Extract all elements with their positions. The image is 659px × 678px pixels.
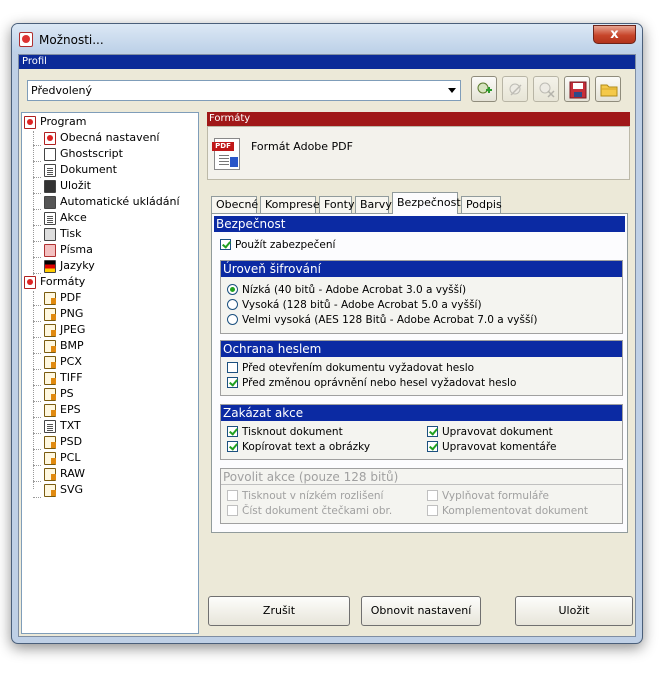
window-title: Možnosti... bbox=[39, 33, 104, 47]
formats-icon bbox=[24, 276, 36, 289]
checkbox-icon[interactable] bbox=[427, 441, 438, 452]
security-header: Bezpečnost bbox=[214, 216, 625, 232]
chevron-down-icon[interactable] bbox=[448, 88, 456, 93]
dialog-body: Profil Předvolený Program Obecná nastave… bbox=[18, 54, 636, 637]
checkbox-icon[interactable] bbox=[227, 441, 238, 452]
delete-profile-button[interactable] bbox=[533, 76, 559, 102]
tab-colors[interactable]: Barvy bbox=[355, 196, 392, 214]
pcl-file-icon bbox=[44, 452, 56, 465]
tab-fonts[interactable]: Fonty bbox=[319, 196, 354, 214]
app-icon bbox=[19, 32, 33, 47]
pdf-file-icon bbox=[44, 292, 56, 305]
bmp-file-icon bbox=[44, 340, 56, 353]
encryption-group: Úroveň šifrování Nízká (40 bitů - Adobe … bbox=[220, 260, 623, 334]
flag-icon bbox=[44, 260, 56, 273]
tab-signature[interactable]: Podpis bbox=[461, 196, 502, 214]
close-button[interactable]: x bbox=[593, 25, 636, 44]
actions-icon bbox=[44, 212, 56, 225]
pdf-tag: PDF bbox=[212, 142, 234, 151]
printer-icon bbox=[44, 228, 56, 241]
radio-icon[interactable] bbox=[227, 314, 238, 325]
program-icon bbox=[24, 116, 36, 129]
profile-header: Profil bbox=[19, 55, 635, 69]
tab-compression[interactable]: Komprese bbox=[260, 196, 320, 214]
general-settings-icon bbox=[44, 132, 56, 145]
password-group: Ochrana heslem Před otevřením dokumentu … bbox=[220, 340, 623, 396]
allow-header: Povolit akce (pouze 128 bitů) bbox=[221, 469, 622, 485]
checkbox-icon[interactable] bbox=[427, 505, 438, 516]
ps-file-icon bbox=[44, 388, 56, 401]
section-header: Formáty bbox=[207, 112, 630, 126]
checkbox-icon[interactable] bbox=[227, 490, 238, 501]
floppy-disk-icon bbox=[569, 81, 587, 99]
format-info: PDF Formát Adobe PDF bbox=[207, 126, 630, 180]
checkbox-icon[interactable] bbox=[227, 377, 238, 388]
rename-profile-button[interactable] bbox=[502, 76, 528, 102]
pcx-file-icon bbox=[44, 356, 56, 369]
document-icon bbox=[44, 164, 56, 177]
fonts-icon bbox=[44, 244, 56, 257]
folder-icon bbox=[600, 84, 618, 97]
eps-file-icon bbox=[44, 404, 56, 417]
save-profile-button[interactable] bbox=[564, 76, 590, 102]
checkbox-icon[interactable] bbox=[427, 426, 438, 437]
autosave-icon bbox=[44, 196, 56, 209]
radio-icon[interactable] bbox=[227, 284, 238, 295]
reset-settings-button[interactable]: Obnovit nastavení bbox=[361, 596, 481, 626]
txt-file-icon bbox=[44, 420, 56, 433]
format-name: Formát Adobe PDF bbox=[251, 140, 353, 153]
checkbox-icon[interactable] bbox=[227, 505, 238, 516]
password-header: Ochrana heslem bbox=[221, 341, 622, 357]
settings-pane: Formáty PDF Formát Adobe PDF Obecné Komp… bbox=[207, 112, 630, 634]
security-panel: Bezpečnost Použít zabezpečení Úroveň šif… bbox=[211, 213, 628, 533]
settings-tree[interactable]: Program Obecná nastavení Ghostscript Dok… bbox=[21, 112, 199, 634]
checkbox-icon[interactable] bbox=[227, 426, 238, 437]
options-window: Možnosti... x Profil Předvolený Program … bbox=[11, 23, 643, 644]
raw-file-icon bbox=[44, 468, 56, 481]
add-profile-icon bbox=[477, 82, 492, 94]
profile-select[interactable]: Předvolený bbox=[27, 80, 461, 101]
profile-select-value: Předvolený bbox=[31, 84, 93, 97]
psd-file-icon bbox=[44, 436, 56, 449]
tab-general[interactable]: Obecné bbox=[211, 196, 258, 214]
ghostscript-icon bbox=[44, 148, 56, 161]
title-bar[interactable]: Možnosti... x bbox=[12, 24, 642, 52]
rename-profile-icon bbox=[509, 83, 522, 96]
svg-file-icon bbox=[44, 484, 56, 497]
png-file-icon bbox=[44, 308, 56, 321]
save-button[interactable]: Uložit bbox=[515, 596, 633, 626]
floppy-disk-icon bbox=[44, 180, 56, 193]
add-profile-button[interactable] bbox=[471, 76, 497, 102]
tiff-file-icon bbox=[44, 372, 56, 385]
checkbox-icon[interactable] bbox=[220, 239, 231, 250]
radio-icon[interactable] bbox=[227, 299, 238, 310]
cancel-button[interactable]: Zrušit bbox=[208, 596, 350, 626]
checkbox-icon[interactable] bbox=[227, 362, 238, 373]
delete-profile-icon bbox=[539, 82, 555, 98]
disallow-header: Zakázat akce bbox=[221, 405, 622, 421]
open-profile-button[interactable] bbox=[595, 76, 621, 102]
checkbox-icon[interactable] bbox=[427, 490, 438, 501]
pdf-icon: PDF bbox=[212, 138, 240, 170]
disallow-group: Zakázat akce Tisknout dokument Kopírovat… bbox=[220, 404, 623, 460]
jpeg-file-icon bbox=[44, 324, 56, 337]
encryption-header: Úroveň šifrování bbox=[221, 261, 622, 277]
allow-group: Povolit akce (pouze 128 bitů) Tisknout v… bbox=[220, 468, 623, 524]
tab-security[interactable]: Bezpečnost bbox=[392, 192, 461, 214]
